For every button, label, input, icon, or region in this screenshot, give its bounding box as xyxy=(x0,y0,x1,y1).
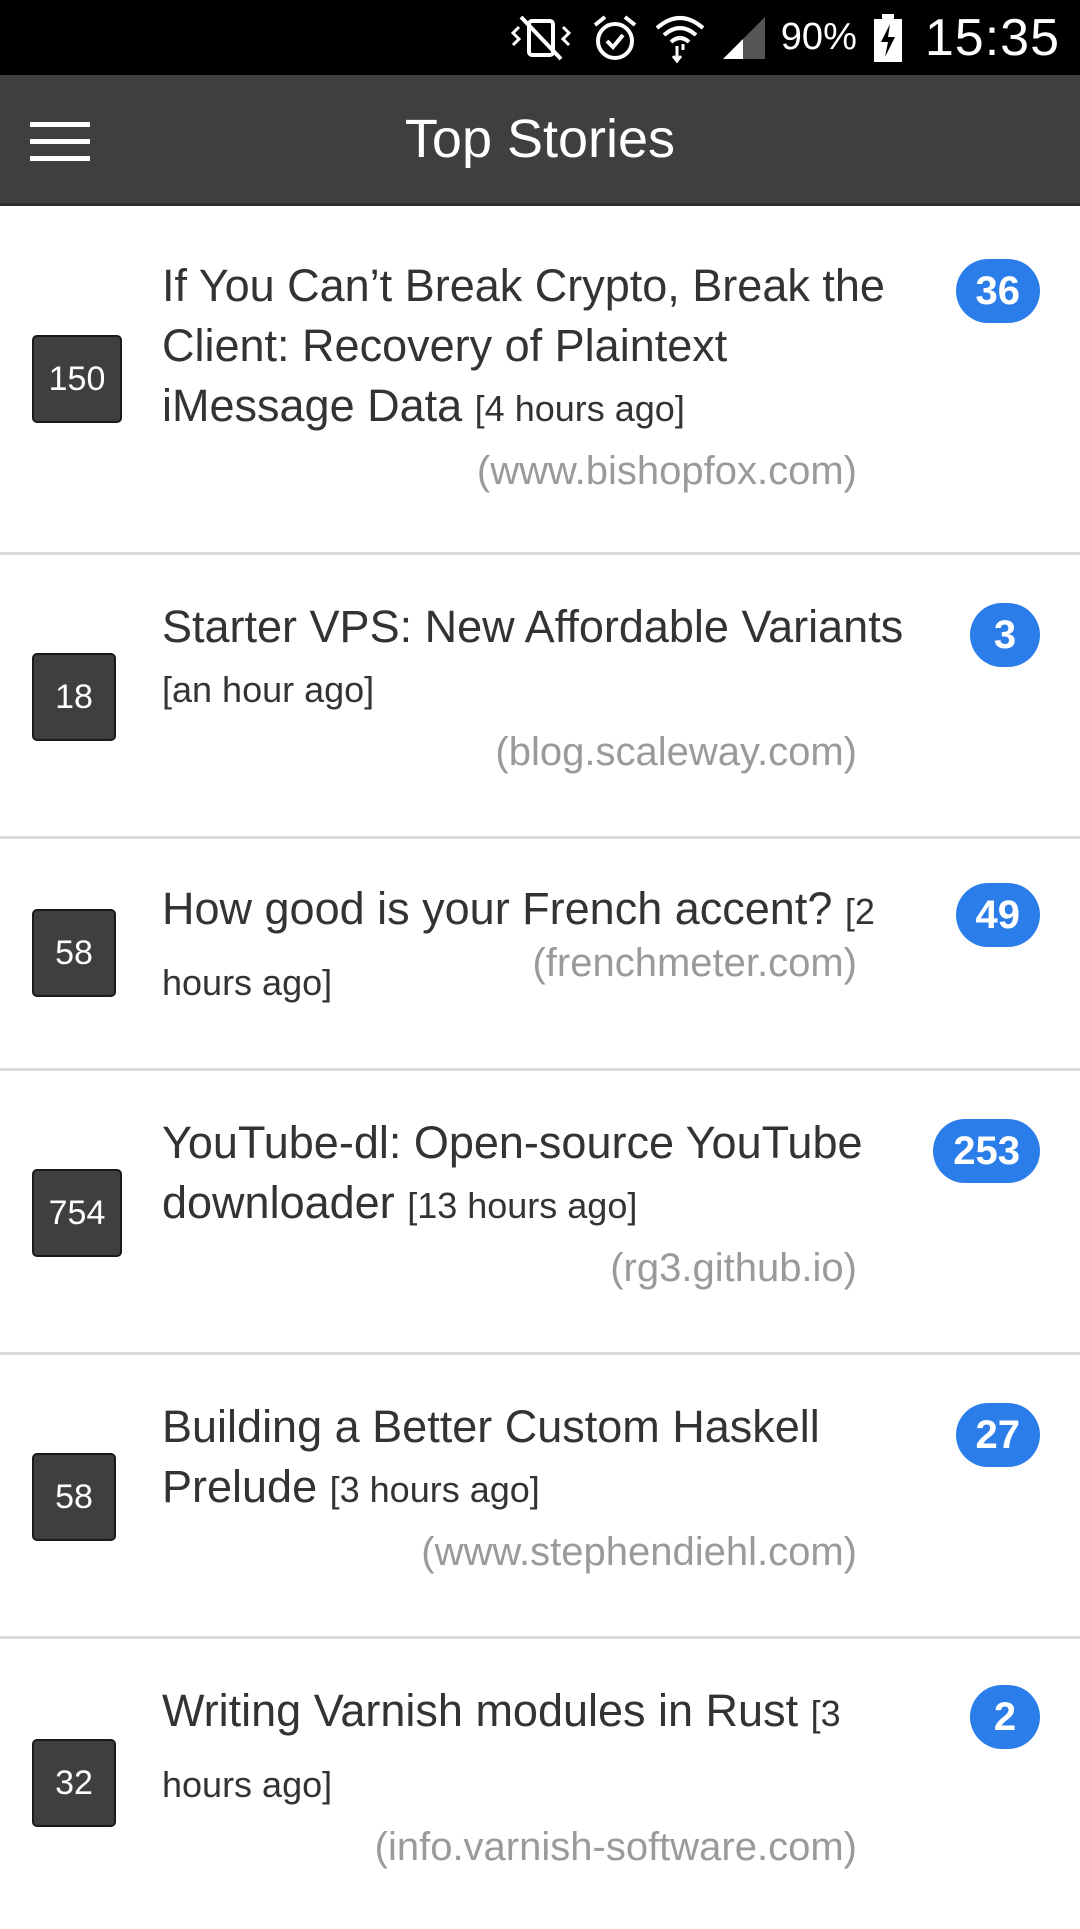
status-icons: 90% 15:35 xyxy=(505,0,1060,75)
story-title-line[interactable]: Building a Better Custom Haskell Prelude… xyxy=(162,1397,922,1520)
story-domain: (rg3.github.io) xyxy=(610,1246,857,1290)
story-item[interactable]: 32 Writing Varnish modules in Rust [3 ho… xyxy=(0,1639,1080,1929)
clock: 15:35 xyxy=(924,8,1060,67)
story-item[interactable]: 754 YouTube-dl: Open-source YouTube down… xyxy=(0,1071,1080,1355)
story-title-line[interactable]: Writing Varnish modules in Rust [3 hours… xyxy=(162,1677,922,1819)
story-domain: (info.varnish-software.com) xyxy=(374,1825,857,1869)
wifi-icon xyxy=(653,12,707,64)
story-body: Building a Better Custom Haskell Prelude… xyxy=(162,1397,922,1580)
app-bar: Top Stories xyxy=(0,75,1080,206)
comment-count-badge[interactable]: 253 xyxy=(933,1119,1040,1183)
comment-count-badge[interactable]: 2 xyxy=(970,1685,1040,1749)
score-box: 32 xyxy=(32,1739,116,1827)
story-time: [3 hours ago] xyxy=(329,1469,540,1510)
story-time: [4 hours ago] xyxy=(474,388,685,429)
story-item[interactable]: 150 If You Can’t Break Crypto, Break the… xyxy=(0,206,1080,555)
alarm-icon xyxy=(591,13,639,63)
story-body: YouTube-dl: Open-source YouTube download… xyxy=(162,1113,922,1296)
story-title[interactable]: How good is your French accent? xyxy=(162,883,832,934)
story-time: [an hour ago] xyxy=(162,669,375,710)
score-box: 58 xyxy=(32,1453,116,1541)
story-domain: (www.bishopfox.com) xyxy=(476,449,857,493)
battery-percent: 90% xyxy=(780,16,857,58)
story-body: Starter VPS: New Affordable Variants [an… xyxy=(162,597,922,780)
score-box: 18 xyxy=(32,653,116,741)
story-body: If You Can’t Break Crypto, Break the Cli… xyxy=(162,256,922,499)
comment-count-badge[interactable]: 3 xyxy=(970,603,1040,667)
story-item[interactable]: 58 How good is your French accent? [2 ho… xyxy=(0,839,1080,1071)
story-title-line[interactable]: If You Can’t Break Crypto, Break the Cli… xyxy=(162,256,922,439)
story-title-line[interactable]: YouTube-dl: Open-source YouTube download… xyxy=(162,1113,922,1236)
comment-count-badge[interactable]: 27 xyxy=(955,1403,1040,1467)
score-box: 58 xyxy=(32,909,116,997)
battery-charging-icon xyxy=(873,13,903,63)
story-body: How good is your French accent? [2 hours… xyxy=(162,875,922,1017)
cell-signal-icon xyxy=(721,15,767,61)
status-bar: 90% 15:35 xyxy=(0,0,1080,75)
story-item[interactable]: 18 Starter VPS: New Affordable Variants … xyxy=(0,555,1080,839)
comment-count-badge[interactable]: 49 xyxy=(955,883,1040,947)
score-box: 150 xyxy=(32,335,122,423)
story-item[interactable]: 58 Building a Better Custom Haskell Prel… xyxy=(0,1355,1080,1639)
story-list: 150 If You Can’t Break Crypto, Break the… xyxy=(0,206,1080,1929)
story-body: Writing Varnish modules in Rust [3 hours… xyxy=(162,1677,922,1875)
story-title[interactable]: Starter VPS: New Affordable Variants xyxy=(162,601,903,652)
story-title[interactable]: Writing Varnish modules in Rust xyxy=(162,1685,798,1736)
story-title-line[interactable]: Starter VPS: New Affordable Variants [an… xyxy=(162,597,922,720)
story-time: [13 hours ago] xyxy=(407,1185,638,1226)
story-domain: (blog.scaleway.com) xyxy=(495,730,857,774)
page-title: Top Stories xyxy=(404,109,676,169)
story-domain: (www.stephendiehl.com) xyxy=(421,1530,857,1574)
story-domain: (frenchmeter.com) xyxy=(532,941,857,985)
comment-count-badge[interactable]: 36 xyxy=(955,259,1040,323)
score-box: 754 xyxy=(32,1169,122,1257)
vibrate-mute-icon xyxy=(505,13,577,63)
